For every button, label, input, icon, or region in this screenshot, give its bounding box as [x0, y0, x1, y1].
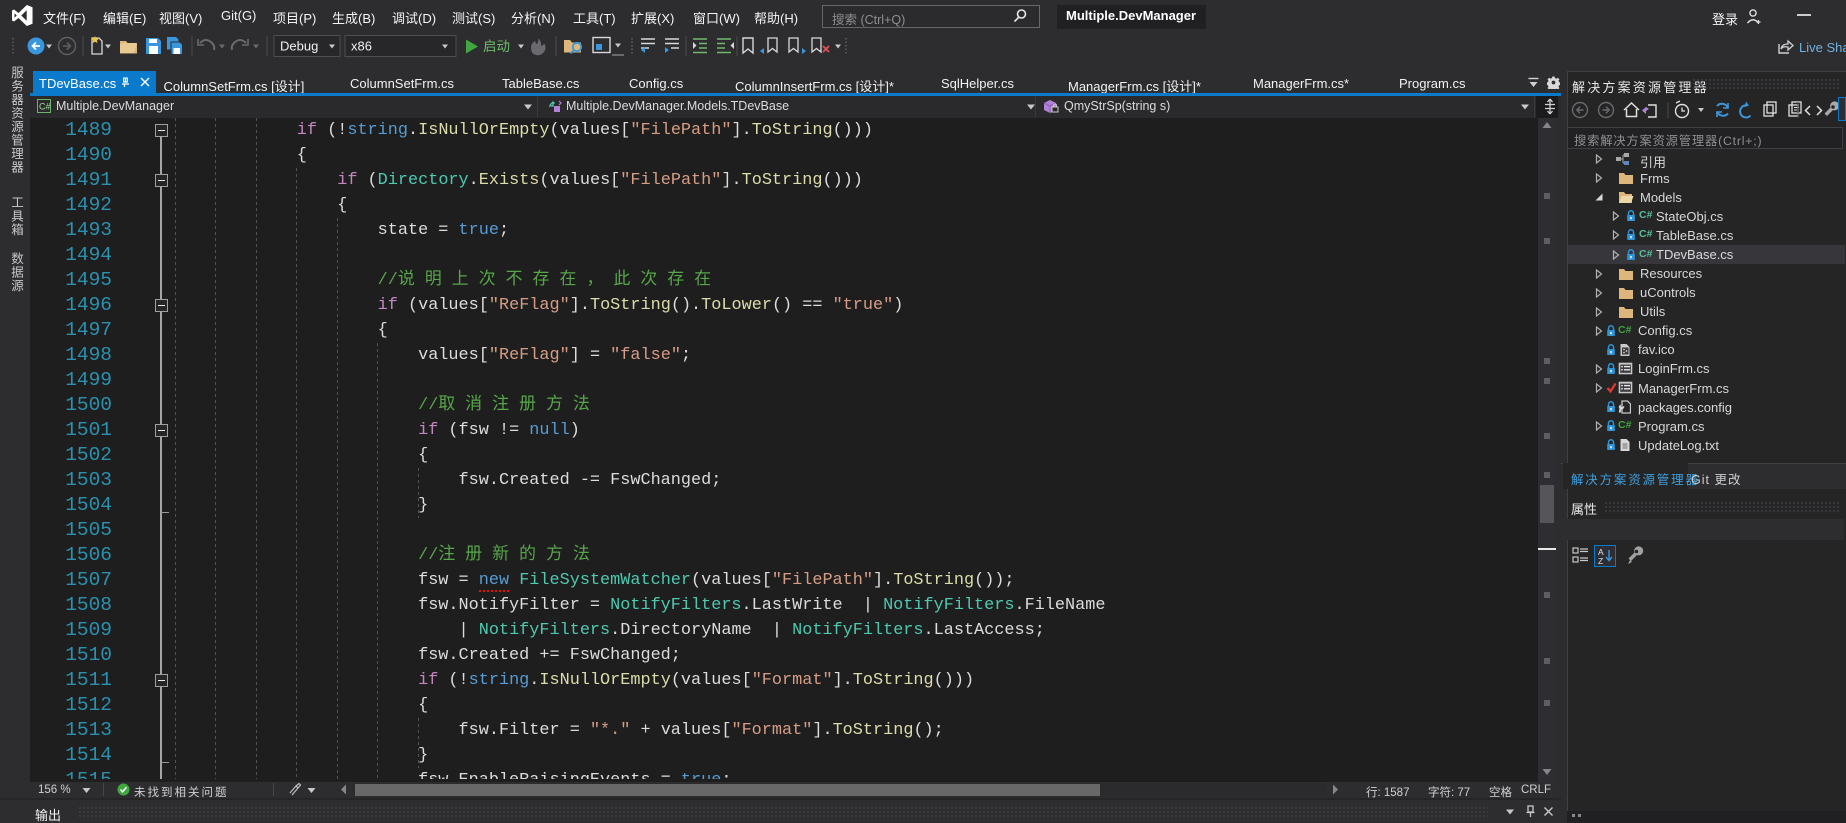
svg-text:C#: C#: [39, 102, 51, 112]
svg-text:Debug: Debug: [280, 39, 318, 54]
svg-text:x86: x86: [351, 39, 372, 54]
svg-text:启动: 启动: [483, 39, 510, 54]
svg-text:Z: Z: [1598, 556, 1603, 566]
